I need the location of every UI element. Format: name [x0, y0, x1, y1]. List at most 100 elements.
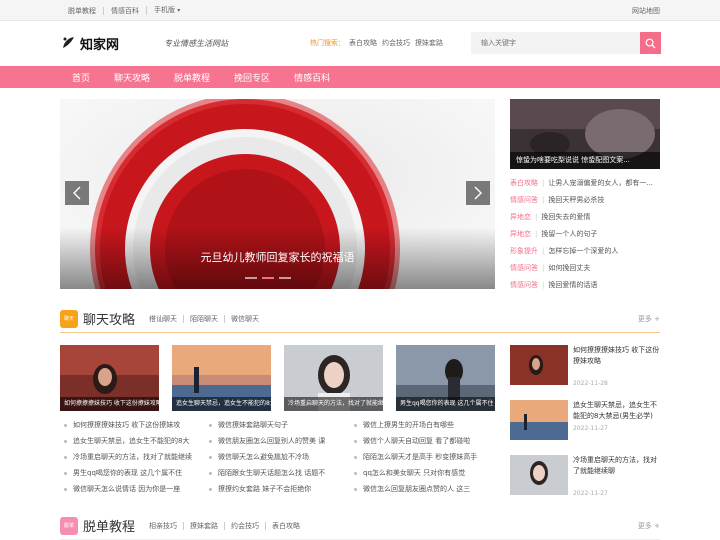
- list-item[interactable]: 异地恋 | 挽回失去的爱情: [510, 208, 660, 225]
- article-card[interactable]: 冷场重启聊天的方法，找对了就能继续聊: [284, 345, 383, 411]
- search-input[interactable]: [471, 32, 640, 54]
- slider-prev-button[interactable]: [65, 181, 89, 205]
- nav-item-encyclopedia[interactable]: 情感百科: [282, 71, 342, 84]
- list-item-title[interactable]: 挽回爱情的话语: [548, 280, 597, 290]
- list-item-title[interactable]: 微信个人聊天自动回复 看了都碰啦: [363, 436, 470, 446]
- list-item-title[interactable]: 微信聊天怎么说情话 因为你是一座: [73, 484, 180, 494]
- top-link-mobile[interactable]: 手机版 ▾: [146, 6, 187, 15]
- list-item[interactable]: 微信朋友圈怎么回复别人的赞美 课: [205, 433, 350, 449]
- featured-item[interactable]: 追女生聊天禁忌，追女生不能犯的8大禁忌(男生必学) 2022-11-27: [510, 400, 660, 455]
- sitemap-link[interactable]: 网站地图: [632, 6, 660, 16]
- list-item-category[interactable]: 情感问答: [510, 195, 538, 205]
- list-item-title[interactable]: 追女生聊天禁忌，追女生不能犯的8大: [73, 436, 189, 446]
- list-item[interactable]: 陌陌跟女生聊天话题怎么找 话题不: [205, 465, 350, 481]
- hot-search-item[interactable]: 表白攻略: [349, 38, 377, 48]
- list-item[interactable]: 如何撩撩撩妹技巧 收下这份撩妹攻: [60, 417, 205, 433]
- top-link-tutorial[interactable]: 脱单教程: [60, 7, 103, 15]
- card-caption: 冷场重启聊天的方法，找对了就能继续聊: [284, 397, 383, 411]
- list-item[interactable]: 陌陌怎么聊天才是高手 秒变撩妹高手: [350, 449, 495, 465]
- list-item-category[interactable]: 异地恋: [510, 212, 531, 222]
- list-item-title[interactable]: 微信朋友圈怎么回复别人的赞美 课: [218, 436, 325, 446]
- slider-dot[interactable]: [279, 277, 291, 279]
- top-link-encyclopedia[interactable]: 情感百科: [103, 6, 146, 15]
- featured-item[interactable]: 如何撩撩撩妹技巧 收下这份撩妹攻略 2022-11-28: [510, 345, 660, 400]
- list-item-title[interactable]: 挽留一个人的句子: [541, 229, 597, 239]
- list-item-category[interactable]: 异地恋: [510, 229, 531, 239]
- list-item[interactable]: 冷场重启聊天的方法，找对了就能继续: [60, 449, 205, 465]
- subcategory-link[interactable]: 搭讪聊天: [149, 315, 183, 323]
- slider-next-button[interactable]: [466, 181, 490, 205]
- more-link[interactable]: 更多 +: [638, 521, 660, 531]
- list-item[interactable]: 微信上撩男生的开场白有哪些: [350, 417, 495, 433]
- list-item[interactable]: 微信聊天怎么避免尴尬不冷场: [205, 449, 350, 465]
- nav-item-home[interactable]: 首页: [60, 71, 102, 84]
- article-card[interactable]: 男生qq喝您你的表现 这几个属不住: [396, 345, 495, 411]
- nav-item-recover[interactable]: 挽回专区: [222, 71, 282, 84]
- list-item[interactable]: qq怎么和美女聊天 只对你有感觉: [350, 465, 495, 481]
- list-item-title[interactable]: 如何挽回丈夫: [548, 263, 590, 273]
- list-item-title[interactable]: 陌陌怎么聊天才是高手 秒变撩妹高手: [363, 452, 477, 462]
- list-item-category[interactable]: 情感问答: [510, 280, 538, 290]
- list-item-title[interactable]: 冷场重启聊天的方法，找对了就能继续: [73, 452, 192, 462]
- section-title[interactable]: 脱单教程: [83, 516, 135, 535]
- image-slider[interactable]: 元旦幼儿教师回复家长的祝福语: [60, 99, 495, 289]
- nav-item-tutorial[interactable]: 脱单教程: [162, 71, 222, 84]
- bullet-icon: [64, 487, 67, 491]
- list-item-title[interactable]: 陌陌跟女生聊天话题怎么找 话题不: [218, 468, 325, 478]
- article-card[interactable]: 追女生聊天禁忌，追女生不能犯的8大禁忌: [172, 345, 271, 411]
- list-item[interactable]: 异地恋 | 挽留一个人的句子: [510, 225, 660, 242]
- list-item-title[interactable]: 微信撩妹套路聊天句子: [218, 420, 288, 430]
- list-item[interactable]: 形象提升 | 怎样忘掉一个深爱的人: [510, 242, 660, 259]
- hot-search-item[interactable]: 撩妹套路: [415, 38, 443, 48]
- list-item-title[interactable]: 挽回天秤男必杀技: [548, 195, 604, 205]
- list-item-title[interactable]: qq怎么和美女聊天 只对你有感觉: [363, 468, 465, 478]
- list-item[interactable]: 微信聊天怎么说情话 因为你是一座: [60, 481, 205, 497]
- list-item-category[interactable]: 情感问答: [510, 263, 538, 273]
- list-item-title[interactable]: 微信上撩男生的开场白有哪些: [363, 420, 454, 430]
- list-item[interactable]: 微信撩妹套路聊天句子: [205, 417, 350, 433]
- more-link[interactable]: 更多 +: [638, 314, 660, 324]
- list-item-title[interactable]: 微信聊天怎么避免尴尬不冷场: [218, 452, 309, 462]
- list-item-title[interactable]: 撩撩约女套路 妹子不会拒绝你: [218, 484, 311, 494]
- featured-title[interactable]: 追女生聊天禁忌，追女生不能犯的8大禁忌(男生必学): [573, 400, 660, 422]
- subcategory-link[interactable]: 相亲技巧: [149, 522, 183, 530]
- list-item[interactable]: 情感问答 | 挽回爱情的话语: [510, 276, 660, 293]
- list-item[interactable]: 情感问答 | 如何挽回丈夫: [510, 259, 660, 276]
- list-item-title[interactable]: 让男人宠溺偏爱的女人，都有一...: [548, 178, 653, 188]
- list-item-title[interactable]: 挽回失去的爱情: [541, 212, 590, 222]
- list-item[interactable]: 追女生聊天禁忌，追女生不能犯的8大: [60, 433, 205, 449]
- featured-title[interactable]: 如何撩撩撩妹技巧 收下这份撩妹攻略: [573, 345, 660, 367]
- subcategory-link[interactable]: 约会技巧: [224, 521, 265, 530]
- list-item[interactable]: 表白攻略 | 让男人宠溺偏爱的女人，都有一...: [510, 174, 660, 191]
- slide-caption[interactable]: 元旦幼儿教师回复家长的祝福语: [60, 249, 495, 265]
- featured-title[interactable]: 冷场重启聊天的方法，找对了就能继续聊: [573, 455, 660, 477]
- search-button[interactable]: [640, 32, 661, 54]
- section-title[interactable]: 聊天攻略: [83, 309, 135, 328]
- subcategory-link[interactable]: 表白攻略: [265, 521, 306, 530]
- side-feature[interactable]: 惊蛰为啥要吃梨说说 惊蛰配图文案...: [510, 99, 660, 169]
- subcategory-link[interactable]: 陌陌聊天: [183, 314, 224, 323]
- slider-dot[interactable]: [245, 277, 257, 279]
- list-item-title[interactable]: 男生qq喝您你的表现 这几个属不住: [73, 468, 182, 478]
- list-item-category[interactable]: 表白攻略: [510, 178, 538, 188]
- subcategory-link[interactable]: 撩妹套路: [183, 521, 224, 530]
- list-item[interactable]: 撩撩约女套路 妹子不会拒绝你: [205, 481, 350, 497]
- subcategory-link[interactable]: 微信聊天: [224, 314, 265, 323]
- list-item[interactable]: 微信个人聊天自动回复 看了都碰啦: [350, 433, 495, 449]
- list-item[interactable]: 微信怎么回复朋友圈点赞的人 这三: [350, 481, 495, 497]
- list-item-category[interactable]: 形象提升: [510, 246, 538, 256]
- list-item-title[interactable]: 怎样忘掉一个深爱的人: [548, 246, 618, 256]
- bullet-icon: [354, 487, 357, 491]
- article-card[interactable]: 如何撩撩撩妹技巧 收下这份撩妹攻略: [60, 345, 159, 411]
- slider-dot-active[interactable]: [262, 277, 274, 279]
- nav-item-chat[interactable]: 聊天攻略: [102, 71, 162, 84]
- list-item-title[interactable]: 如何撩撩撩妹技巧 收下这份撩妹攻: [73, 420, 180, 430]
- site-logo[interactable]: 知家网: [60, 34, 160, 53]
- list-item-separator: |: [542, 280, 545, 289]
- featured-item[interactable]: 冷场重启聊天的方法，找对了就能继续聊 2022-11-27: [510, 455, 660, 510]
- hot-search-item[interactable]: 约会技巧: [382, 38, 410, 48]
- list-item-title[interactable]: 微信怎么回复朋友圈点赞的人 这三: [363, 484, 470, 494]
- list-item[interactable]: 情感问答 | 挽回天秤男必杀技: [510, 191, 660, 208]
- list-item[interactable]: 男生qq喝您你的表现 这几个属不住: [60, 465, 205, 481]
- featured-date: 2022-11-28: [573, 380, 608, 387]
